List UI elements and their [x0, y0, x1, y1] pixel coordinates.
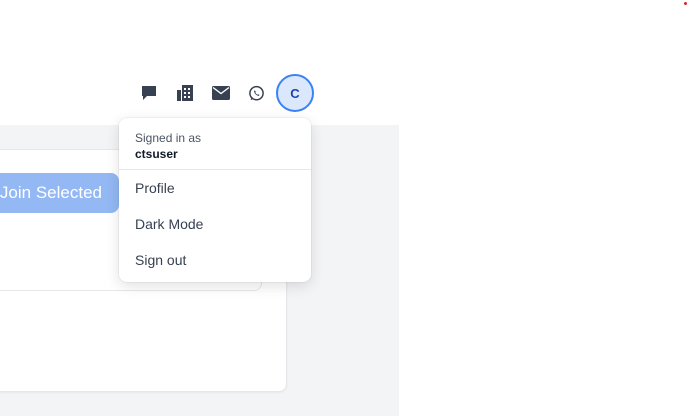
join-selected-button[interactable]: Join Selected [0, 173, 119, 213]
notification-dot [684, 2, 687, 5]
user-avatar[interactable]: C [276, 74, 314, 112]
chat-icon[interactable] [138, 82, 160, 104]
user-menu-dropdown: Signed in as ctsuser Profile Dark Mode S… [119, 118, 311, 282]
menu-item-profile[interactable]: Profile [119, 170, 311, 206]
menu-item-dark-mode[interactable]: Dark Mode [119, 206, 311, 242]
building-icon[interactable] [174, 82, 196, 104]
whatsapp-icon[interactable] [245, 82, 267, 104]
user-menu-header: Signed in as ctsuser [119, 118, 311, 170]
signed-in-label: Signed in as [135, 131, 202, 145]
mail-icon[interactable] [210, 82, 232, 104]
username: ctsuser [135, 147, 178, 161]
menu-item-sign-out[interactable]: Sign out [119, 242, 311, 278]
